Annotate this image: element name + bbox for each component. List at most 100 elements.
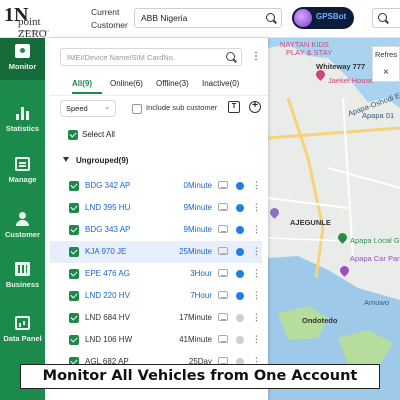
- select-all-label: Select All: [82, 130, 115, 139]
- map-area-label: Apapa 01: [362, 111, 395, 120]
- more-options-icon[interactable]: ⋮: [252, 246, 261, 257]
- sidebar-item-label: Statistics: [5, 124, 40, 133]
- vehicle-name[interactable]: BDG 343 AP: [85, 225, 130, 234]
- customer-select[interactable]: ABB Nigeria: [134, 8, 282, 28]
- sidebar-item-label: Data Panel: [3, 334, 42, 343]
- status-dot-icon: [236, 270, 244, 278]
- search-icon[interactable]: [226, 52, 235, 61]
- vehicle-icon: [218, 269, 228, 277]
- search-icon: [378, 13, 387, 22]
- vehicle-icon: [218, 335, 228, 343]
- sidebar-item-business[interactable]: Business: [0, 256, 45, 298]
- select-all-checkbox[interactable]: [68, 130, 78, 140]
- vehicle-checkbox[interactable]: [69, 181, 79, 191]
- global-search-input[interactable]: [372, 8, 400, 28]
- caret-down-icon[interactable]: [63, 157, 69, 162]
- map-poi-label: Apapa Car Park: [350, 254, 400, 263]
- vehicle-name[interactable]: LND 684 HV: [85, 313, 130, 322]
- close-icon[interactable]: ×: [383, 67, 389, 78]
- vehicle-checkbox[interactable]: [69, 247, 79, 257]
- vehicle-name[interactable]: EPE 476 AG: [85, 269, 130, 278]
- gpsbot-button[interactable]: GPSBot: [292, 7, 354, 29]
- map-area-label: Amuwo: [364, 298, 390, 307]
- more-options-icon[interactable]: ⋮: [251, 52, 261, 62]
- vehicle-status-time: 7Hour: [190, 291, 212, 300]
- vehicle-status-time: 17Minute: [179, 313, 212, 322]
- map-area-label: AJEGUNLE: [290, 218, 331, 227]
- include-sub-customer-checkbox[interactable]: [132, 104, 142, 114]
- tab-offline[interactable]: Offline(3): [156, 79, 189, 88]
- sidebar: Monitor Statistics Manage Customer Busin…: [0, 38, 45, 400]
- more-options-icon[interactable]: ⋮: [252, 202, 261, 213]
- vehicle-checkbox[interactable]: [69, 313, 79, 323]
- status-dot-icon: [236, 314, 244, 322]
- sidebar-item-statistics[interactable]: Statistics: [0, 100, 45, 142]
- device-search-placeholder: IMEI/Device Name/SIM CardNo.: [67, 53, 175, 62]
- vehicle-checkbox[interactable]: [69, 291, 79, 301]
- device-search-input[interactable]: IMEI/Device Name/SIM CardNo.: [60, 48, 242, 66]
- business-icon: [15, 262, 30, 276]
- sidebar-item-customer[interactable]: Customer: [0, 206, 45, 248]
- sidebar-item-monitor[interactable]: Monitor: [0, 38, 45, 80]
- vehicle-checkbox[interactable]: [69, 269, 79, 279]
- map-view[interactable]: NAYTAN KIDS PLAY & STAY Whiteway 777 Jae…: [268, 38, 400, 400]
- current-customer-label: Current Customer: [91, 7, 128, 30]
- vehicle-row[interactable]: LND 106 HW 41Minute ⋮: [50, 329, 262, 351]
- vehicle-icon: [218, 313, 228, 321]
- vehicle-row[interactable]: BDG 343 AP 9Minute ⋮: [50, 219, 262, 241]
- vehicle-status-time: 25Minute: [179, 247, 212, 256]
- include-sub-customer-label: Include sub customer: [146, 103, 218, 112]
- vehicle-checkbox[interactable]: [69, 335, 79, 345]
- more-options-icon[interactable]: ⋮: [252, 268, 261, 279]
- more-options-icon[interactable]: ⋮: [252, 312, 261, 323]
- vehicle-name[interactable]: BDG 342 AP: [85, 181, 130, 190]
- vehicle-row[interactable]: BDG 342 AP 0Minute ⋮: [50, 175, 262, 197]
- vehicle-status-time: 0Minute: [183, 181, 212, 190]
- group-header[interactable]: Ungrouped(9): [76, 156, 128, 165]
- vehicle-checkbox[interactable]: [69, 203, 79, 213]
- more-options-icon[interactable]: ⋮: [252, 290, 261, 301]
- vehicle-status-time: 9Minute: [183, 203, 212, 212]
- sort-select[interactable]: Speed ⌄: [60, 100, 116, 117]
- divider: [50, 95, 268, 96]
- tab-inactive[interactable]: Inactive(0): [202, 79, 239, 88]
- status-dot-icon: [236, 292, 244, 300]
- vehicle-row[interactable]: KJA 970 JE 25Minute ⋮: [50, 241, 262, 263]
- vehicle-icon: [218, 291, 228, 299]
- vehicle-checkbox[interactable]: [69, 225, 79, 235]
- sidebar-item-data-panel[interactable]: Data Panel: [0, 310, 45, 352]
- tab-online[interactable]: Online(6): [110, 79, 143, 88]
- more-options-icon[interactable]: ⋮: [252, 180, 261, 191]
- vehicle-name[interactable]: LND 395 HU: [85, 203, 130, 212]
- vehicle-row[interactable]: LND 684 HV 17Minute ⋮: [50, 307, 262, 329]
- sidebar-item-manage[interactable]: Manage: [0, 151, 45, 193]
- search-icon[interactable]: [266, 13, 275, 22]
- group-count: (9): [118, 156, 129, 165]
- vehicle-row[interactable]: LND 220 HV 7Hour ⋮: [50, 285, 262, 307]
- sidebar-item-label: Monitor: [8, 62, 37, 71]
- map-poi-label: Whiteway 777: [316, 62, 366, 71]
- map-poi-label: PLAY & STAY: [286, 48, 333, 57]
- add-icon[interactable]: +: [249, 101, 261, 113]
- vehicle-name[interactable]: LND 106 HW: [85, 335, 132, 344]
- gpsbot-label: GPSBot: [316, 12, 347, 21]
- customer-value: ABB Nigeria: [141, 13, 188, 23]
- sidebar-item-label: Manage: [8, 175, 37, 184]
- text-format-icon[interactable]: T: [228, 101, 240, 113]
- refresh-label: Refres: [375, 50, 398, 59]
- vehicle-name[interactable]: KJA 970 JE: [85, 247, 126, 256]
- bar-chart-icon: [15, 106, 30, 120]
- vehicle-icon: [218, 225, 228, 233]
- active-tab-indicator: [72, 92, 102, 94]
- vehicle-status-time: 3Hour: [190, 269, 212, 278]
- more-options-icon[interactable]: ⋮: [252, 224, 261, 235]
- tab-all[interactable]: All(9): [72, 79, 92, 88]
- map-refresh-control[interactable]: Refres ×: [372, 46, 400, 82]
- monitor-icon: [15, 44, 30, 58]
- vehicle-name[interactable]: LND 220 HV: [85, 291, 130, 300]
- vehicle-row[interactable]: LND 395 HU 9Minute ⋮: [50, 197, 262, 219]
- vehicle-row[interactable]: EPE 476 AG 3Hour ⋮: [50, 263, 262, 285]
- map-poi-label: Jaekel House: [328, 76, 374, 85]
- status-dot-icon: [236, 204, 244, 212]
- more-options-icon[interactable]: ⋮: [252, 334, 261, 345]
